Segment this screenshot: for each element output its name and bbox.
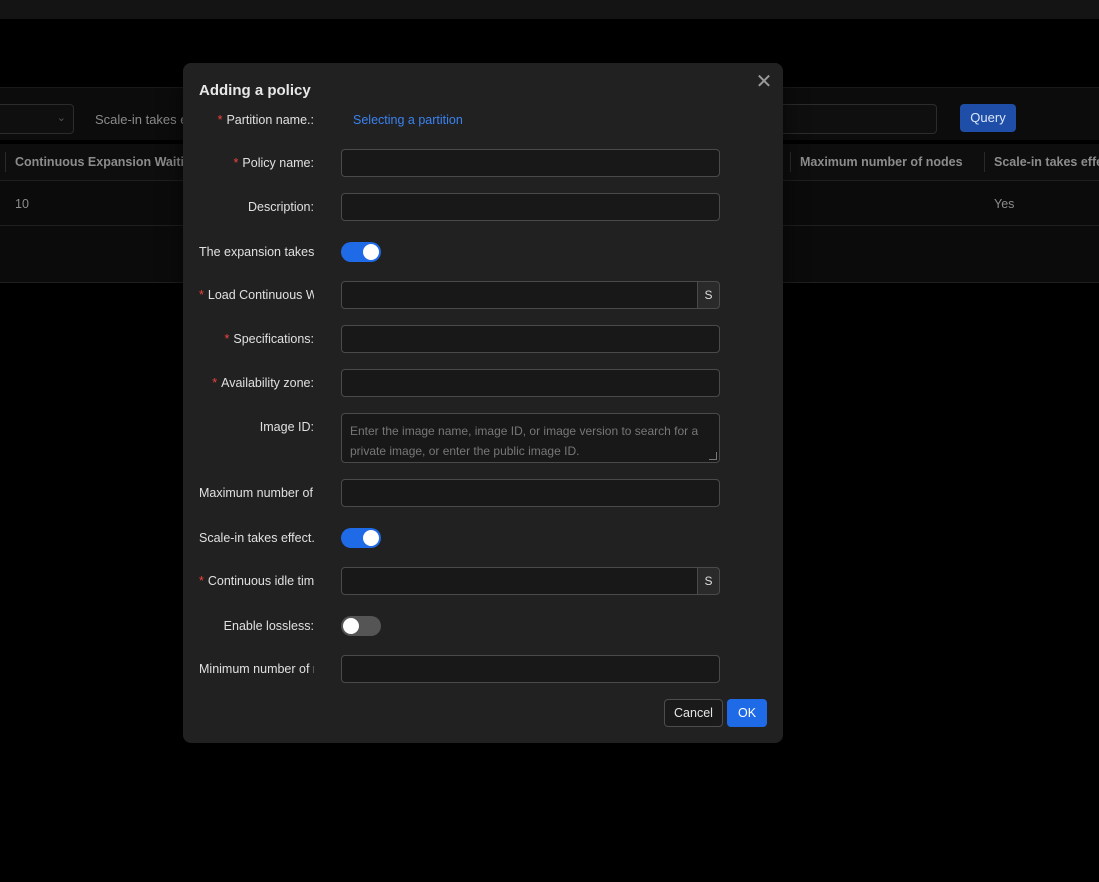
availability-zone-input[interactable]: [341, 369, 720, 397]
required-marker: *: [224, 332, 230, 346]
partition-name-label: * Partition name.:: [217, 113, 314, 127]
scale-in-toggle[interactable]: [341, 528, 381, 548]
specifications-label: * Specifications:: [224, 332, 314, 346]
dialog-title: Adding a policy: [199, 82, 311, 99]
enable-lossless-label: Enable lossless:: [223, 619, 314, 633]
availability-zone-label: * Availability zone:: [212, 376, 314, 390]
form-row-image-id: Image ID: Enter the image name, image ID…: [183, 413, 783, 463]
form-row-specifications: * Specifications:: [183, 325, 783, 353]
image-id-label: Image ID:: [259, 420, 314, 434]
continuous-idle-time-input[interactable]: [341, 567, 698, 595]
toggle-knob: [363, 530, 379, 546]
scale-in-label: Scale-in takes effect.:: [199, 531, 314, 545]
continuous-idle-time-label: * Continuous idle time: [199, 574, 314, 588]
enable-lossless-toggle[interactable]: [341, 616, 381, 636]
cancel-button[interactable]: Cancel: [664, 699, 723, 727]
close-icon[interactable]: ✕: [755, 72, 773, 92]
minimum-nodes-label: Minimum number of n: [199, 662, 314, 676]
select-partition-link[interactable]: Selecting a partition: [353, 106, 463, 134]
resize-handle-icon[interactable]: [709, 452, 717, 460]
cell-scale-in: Yes: [994, 197, 1015, 211]
column-header-maximum-nodes: Maximum number of nodes: [800, 155, 963, 169]
policy-name-input[interactable]: [341, 149, 720, 177]
image-id-placeholder: Enter the image name, image ID, or image…: [350, 424, 699, 458]
image-id-textarea[interactable]: Enter the image name, image ID, or image…: [341, 413, 720, 463]
expansion-takes-effect-toggle[interactable]: [341, 242, 381, 262]
required-marker: *: [199, 574, 204, 588]
cell-continuous-expansion-waiting: 10: [15, 197, 29, 211]
form-row-minimum-nodes: Minimum number of n: [183, 655, 783, 683]
form-row-maximum-nodes: Maximum number of n: [183, 479, 783, 507]
ok-button[interactable]: OK: [727, 699, 767, 727]
filter-label: Scale-in takes eff: [95, 112, 195, 127]
seconds-suffix: S: [697, 281, 720, 309]
expansion-takes-effect-label: The expansion takes ef: [199, 245, 314, 259]
minimum-nodes-input[interactable]: [341, 655, 720, 683]
column-divider: [5, 152, 6, 172]
form-row-availability-zone: * Availability zone:: [183, 369, 783, 397]
column-divider: [790, 152, 791, 172]
column-header-continuous-expansion-waiting: Continuous Expansion Waiting: [15, 155, 200, 169]
filter-select[interactable]: ⌄: [0, 104, 74, 134]
toggle-knob: [343, 618, 359, 634]
required-marker: *: [199, 288, 204, 302]
filter-input[interactable]: [770, 104, 937, 134]
description-label: Description:: [247, 200, 314, 214]
top-bar: [0, 0, 1099, 19]
form-row-enable-lossless: Enable lossless:: [183, 612, 783, 640]
column-divider: [984, 152, 985, 172]
form-row-expansion-toggle: The expansion takes ef: [183, 238, 783, 266]
add-policy-dialog: Adding a policy ✕ * Partition name.: Sele…: [183, 63, 783, 743]
required-marker: *: [217, 113, 223, 127]
load-continuous-wait-input[interactable]: [341, 281, 698, 309]
required-marker: *: [233, 156, 239, 170]
form-row-load-continuous-wait: * Load Continuous Wa S: [183, 281, 783, 309]
description-input[interactable]: [341, 193, 720, 221]
specifications-input[interactable]: [341, 325, 720, 353]
column-header-scale-in: Scale-in takes effect: [994, 155, 1099, 169]
form-row-partition-name: * Partition name.: Selecting a partition: [183, 106, 783, 134]
load-continuous-wait-label: * Load Continuous Wa: [199, 288, 314, 302]
form-row-description: Description:: [183, 193, 783, 221]
maximum-nodes-label: Maximum number of n: [199, 486, 314, 500]
toggle-knob: [363, 244, 379, 260]
query-button[interactable]: Query: [960, 104, 1016, 132]
form-row-policy-name: * Policy name:: [183, 149, 783, 177]
seconds-suffix: S: [697, 567, 720, 595]
maximum-nodes-input[interactable]: [341, 479, 720, 507]
chevron-down-icon: ⌄: [56, 112, 66, 124]
required-marker: *: [212, 376, 218, 390]
form-row-continuous-idle-time: * Continuous idle time S: [183, 567, 783, 595]
form-row-scale-in-toggle: Scale-in takes effect.:: [183, 524, 783, 552]
policy-name-label: * Policy name:: [233, 156, 314, 170]
